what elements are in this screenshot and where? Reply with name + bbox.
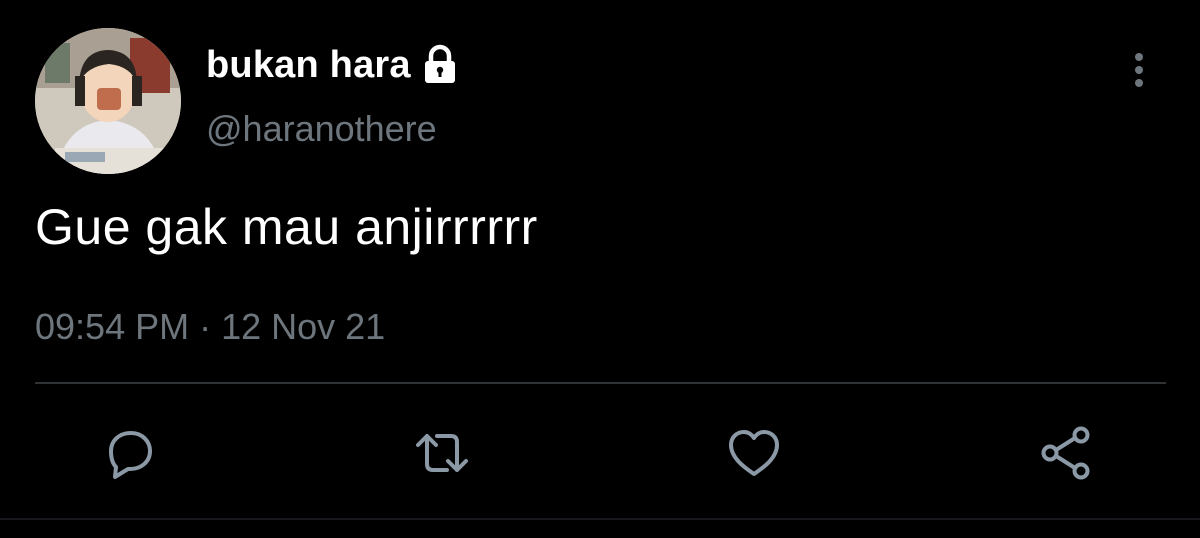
- lock-icon: [419, 44, 461, 86]
- share-icon: [1041, 426, 1090, 480]
- display-name[interactable]: bukan hara: [206, 44, 411, 87]
- share-button[interactable]: [1037, 424, 1095, 482]
- avatar-image: [35, 28, 181, 174]
- reply-icon: [109, 431, 152, 479]
- name-row: bukan hara: [206, 40, 461, 90]
- meta-separator: ·: [199, 306, 212, 347]
- tweet-date: 12 Nov 21: [221, 306, 386, 347]
- divider: [35, 382, 1166, 384]
- retweet-icon: [416, 434, 468, 472]
- tweet-timestamp[interactable]: 09:54 PM · 12 Nov 21: [35, 306, 385, 348]
- avatar[interactable]: [35, 28, 181, 174]
- more-vertical-icon[interactable]: [1124, 50, 1154, 90]
- user-handle[interactable]: @haranothere: [206, 108, 437, 150]
- tweet-card: bukan hara @haranothere Gue gak mau anji…: [0, 0, 1200, 538]
- bottom-divider: [0, 518, 1200, 520]
- tweet-text: Gue gak mau anjirrrrrr: [35, 199, 538, 255]
- heart-icon: [729, 430, 779, 476]
- retweet-button[interactable]: [413, 424, 471, 482]
- tweet-time: 09:54 PM: [35, 306, 190, 347]
- reply-button[interactable]: [101, 424, 159, 482]
- like-button[interactable]: [725, 424, 783, 482]
